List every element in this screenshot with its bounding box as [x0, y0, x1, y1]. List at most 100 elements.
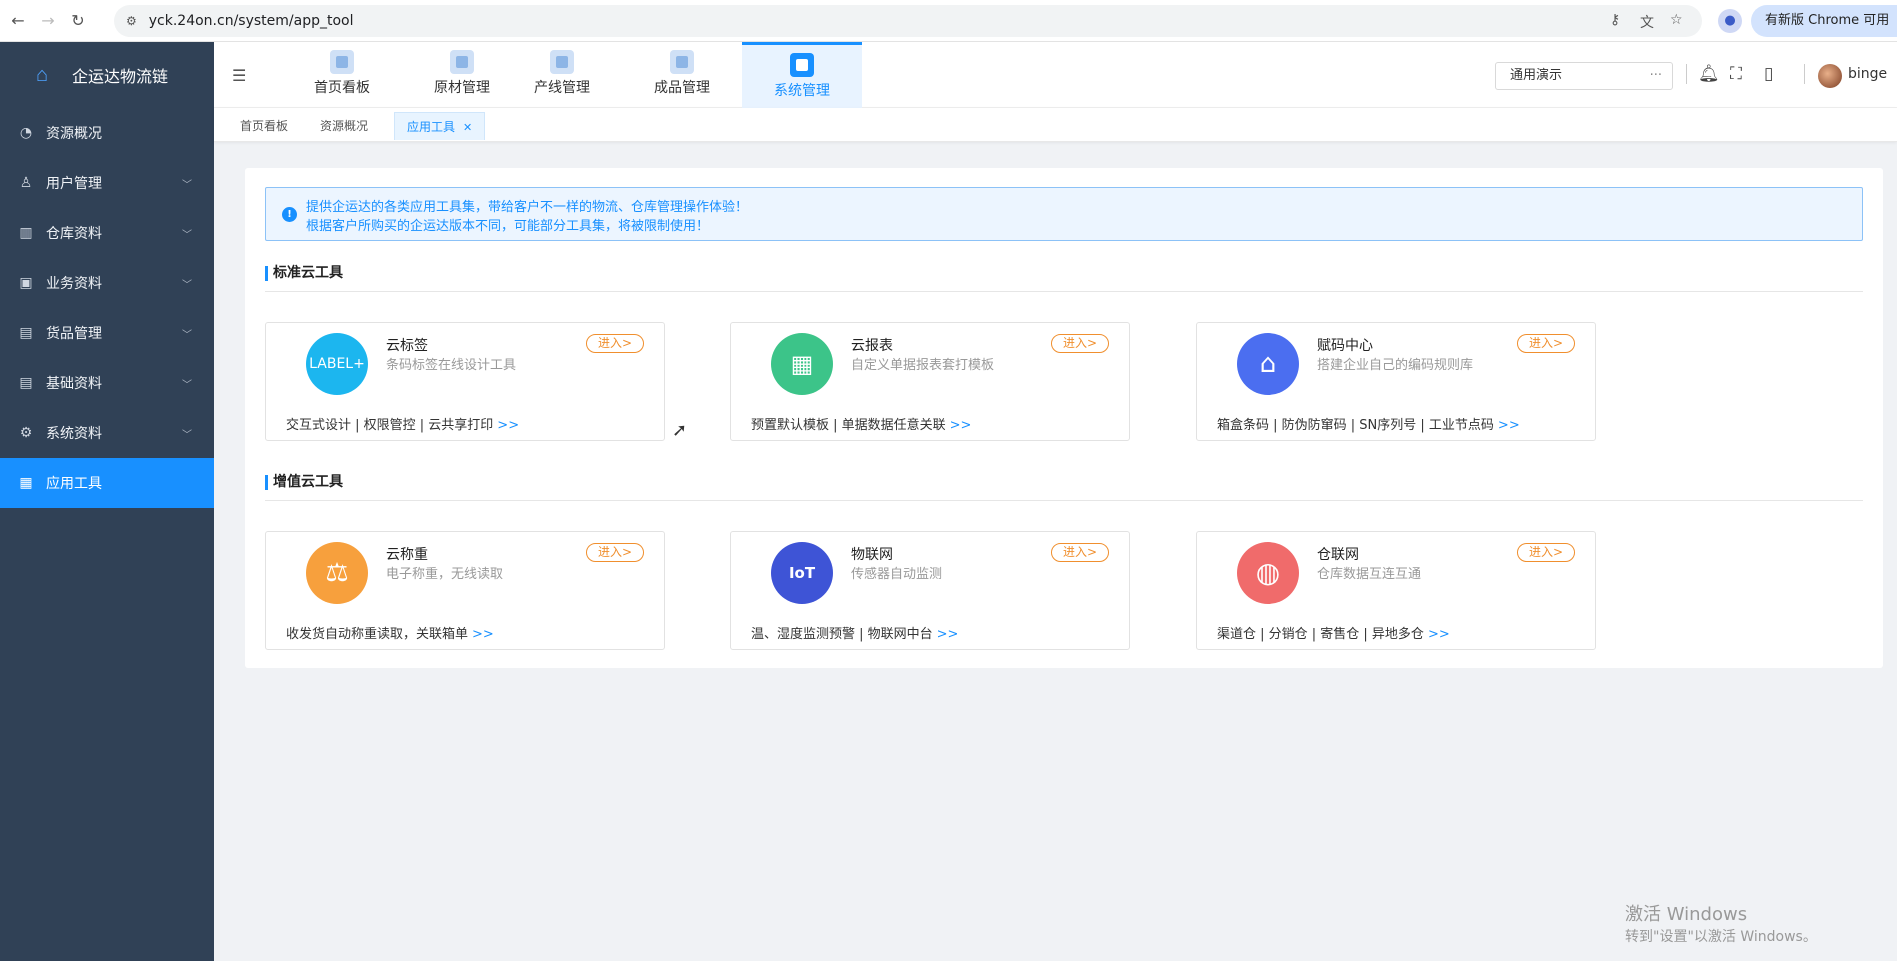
module-label: 系统管理: [774, 83, 830, 99]
tool-features: 收发货自动称重读取，关联箱单 >>: [286, 623, 494, 642]
section-title-standard: 标准云工具: [265, 262, 1863, 292]
sidebar-item-label: 资源概况: [46, 126, 102, 142]
address-bar[interactable]: ⚙ yck.24on.cn/system/app_tool ⚷ 文 ☆: [114, 5, 1702, 37]
sidebar-item-business[interactable]: ▣ 业务资料 ﹀: [0, 258, 214, 308]
tool-desc: 搭建企业自己的编码规则库: [1317, 358, 1474, 373]
tool-features-text: 箱盒条码 | 防伪防窜码 | SN序列号 | 工业节点码: [1217, 418, 1494, 433]
tool-name: 云报表: [851, 338, 893, 354]
sidebar-item-basic[interactable]: ▤ 基础资料 ﹀: [0, 358, 214, 408]
factory-icon: [550, 50, 574, 74]
enter-button[interactable]: 进入>: [586, 334, 644, 353]
sidebar-item-label: 仓库资料: [46, 226, 102, 242]
sidebar-item-users[interactable]: ♙ 用户管理 ﹀: [0, 158, 214, 208]
tool-card-cloud-weigh[interactable]: ⚖ 云称重 电子称重，无线读取 进入> 收发货自动称重读取，关联箱单 >>: [265, 531, 665, 650]
tool-card-code-center[interactable]: ⌂ 赋码中心 搭建企业自己的编码规则库 进入> 箱盒条码 | 防伪防窜码 | S…: [1196, 322, 1596, 441]
user-name[interactable]: binge: [1848, 66, 1887, 82]
reload-icon[interactable]: ↻: [66, 11, 90, 30]
module-dashboard[interactable]: 首页看板: [282, 42, 402, 108]
module-system[interactable]: 系统管理: [742, 42, 862, 108]
more-link[interactable]: >>: [1428, 627, 1450, 642]
mobile-icon[interactable]: ▯: [1764, 64, 1773, 84]
avatar[interactable]: [1818, 64, 1842, 88]
module-production[interactable]: 产线管理: [502, 42, 622, 108]
tool-card-cloud-label[interactable]: LABEL+ 云标签 条码标签在线设计工具 进入> 交互式设计 | 权限管控 |…: [265, 322, 665, 441]
star-icon[interactable]: ☆: [1670, 12, 1683, 28]
fullscreen-icon[interactable]: ⛶: [1730, 64, 1742, 84]
url-text[interactable]: yck.24on.cn/system/app_tool: [149, 13, 354, 29]
profile-icon[interactable]: ●: [1718, 9, 1742, 33]
report-chart-icon: ▦: [771, 333, 833, 395]
enter-button[interactable]: 进入>: [1517, 334, 1575, 353]
top-header: ☰ 首页看板 原材管理 产线管理 成品管理 系统管理 通用演示 ··· 🔔︎ ⛶ …: [214, 42, 1897, 108]
more-link[interactable]: >>: [1498, 418, 1520, 433]
back-icon[interactable]: ←: [6, 11, 30, 30]
main-card: ! 提供企运达的各类应用工具集，带给客户不一样的物流、仓库管理操作体验！ 根据客…: [245, 168, 1883, 668]
tool-desc: 传感器自动监测: [851, 567, 943, 582]
section-title-value-added: 增值云工具: [265, 471, 1863, 501]
bank-icon: ⌂: [1237, 333, 1299, 395]
module-label: 首页看板: [314, 80, 370, 96]
more-link[interactable]: >>: [950, 418, 972, 433]
building-icon: ▥: [19, 225, 33, 241]
more-icon: ···: [1649, 68, 1662, 83]
more-link[interactable]: >>: [472, 627, 494, 642]
enter-button[interactable]: 进入>: [1051, 543, 1109, 562]
warehouse-icon: [670, 50, 694, 74]
enter-button[interactable]: 进入>: [586, 543, 644, 562]
enter-button[interactable]: 进入>: [1517, 543, 1575, 562]
tag-app-tools[interactable]: 应用工具 ✕: [394, 112, 486, 140]
home-icon: [790, 53, 814, 77]
info-notice: ! 提供企运达的各类应用工具集，带给客户不一样的物流、仓库管理操作体验！ 根据客…: [265, 187, 1863, 241]
module-label: 产线管理: [534, 80, 590, 96]
sidebar-item-system[interactable]: ⚙ 系统资料 ﹀: [0, 408, 214, 458]
browser-toolbar: ← → ↻ ⚙ yck.24on.cn/system/app_tool ⚷ 文 …: [0, 0, 1897, 42]
sidebar-item-goods[interactable]: ▤ 货品管理 ﹀: [0, 308, 214, 358]
scale-icon: ⚖: [306, 542, 368, 604]
house-logo-icon: ⌂: [36, 64, 49, 86]
menu-toggle-icon[interactable]: ☰: [232, 66, 246, 85]
brand[interactable]: ⌂ 企运达物流链: [0, 42, 214, 108]
tool-desc: 仓库数据互连互通: [1317, 567, 1422, 582]
tag-dashboard[interactable]: 首页看板: [228, 112, 300, 140]
tool-card-warehouse-net[interactable]: ◍ 仓联网 仓库数据互连互通 进入> 渠道仓 | 分销仓 | 寄售仓 | 异地多…: [1196, 531, 1596, 650]
mouse-cursor-icon: ➚: [672, 420, 688, 441]
globe-icon: ◍: [1237, 542, 1299, 604]
module-product[interactable]: 成品管理: [622, 42, 742, 108]
bell-icon[interactable]: 🔔︎: [1698, 64, 1720, 84]
sidebar-item-tools[interactable]: ▦ 应用工具: [0, 458, 214, 508]
label-plus-icon: LABEL+: [306, 333, 368, 395]
grid-icon: ▦: [19, 475, 33, 491]
close-icon[interactable]: ✕: [463, 121, 472, 134]
tool-name: 赋码中心: [1317, 338, 1373, 354]
tool-card-cloud-report[interactable]: ▦ 云报表 自定义单据报表套打模板 进入> 预置默认模板 | 单据数据任意关联 >…: [730, 322, 1130, 441]
more-link[interactable]: >>: [937, 627, 959, 642]
company-select-value: 通用演示: [1510, 68, 1563, 83]
tags-bar: 首页看板 资源概况 应用工具 ✕: [214, 108, 1897, 142]
tool-name: 仓联网: [1317, 547, 1359, 563]
iot-cloud-icon: IoT: [771, 542, 833, 604]
enter-button[interactable]: 进入>: [1051, 334, 1109, 353]
briefcase-icon: ▣: [19, 275, 33, 291]
sidebar-item-overview[interactable]: ◔ 资源概况: [0, 108, 214, 158]
sidebar-item-label: 货品管理: [46, 326, 102, 342]
brand-name: 企运达物流链: [72, 69, 169, 86]
forward-icon[interactable]: →: [36, 11, 60, 30]
tag-overview[interactable]: 资源概况: [308, 112, 380, 140]
tool-desc: 电子称重，无线读取: [386, 567, 504, 582]
sidebar-item-label: 业务资料: [46, 276, 102, 292]
more-link[interactable]: >>: [497, 418, 519, 433]
translate-icon[interactable]: 文: [1640, 12, 1654, 32]
divider: [1686, 64, 1687, 84]
site-info-icon[interactable]: ⚙: [126, 14, 137, 28]
tool-name: 物联网: [851, 547, 893, 563]
key-icon[interactable]: ⚷: [1610, 12, 1620, 28]
tool-card-iot[interactable]: IoT 物联网 传感器自动监测 进入> 温、湿度监测预警 | 物联网中台 >>: [730, 531, 1130, 650]
tool-desc: 条码标签在线设计工具: [386, 358, 517, 373]
chevron-down-icon: ﹀: [182, 229, 192, 241]
dashboard-icon: [330, 50, 354, 74]
chrome-update-button[interactable]: 有新版 Chrome 可用: [1751, 5, 1897, 37]
sidebar-item-warehouse[interactable]: ▥ 仓库资料 ﹀: [0, 208, 214, 258]
company-select[interactable]: 通用演示 ···: [1495, 62, 1673, 90]
info-icon: !: [282, 207, 297, 222]
tag-label: 应用工具: [407, 120, 456, 134]
